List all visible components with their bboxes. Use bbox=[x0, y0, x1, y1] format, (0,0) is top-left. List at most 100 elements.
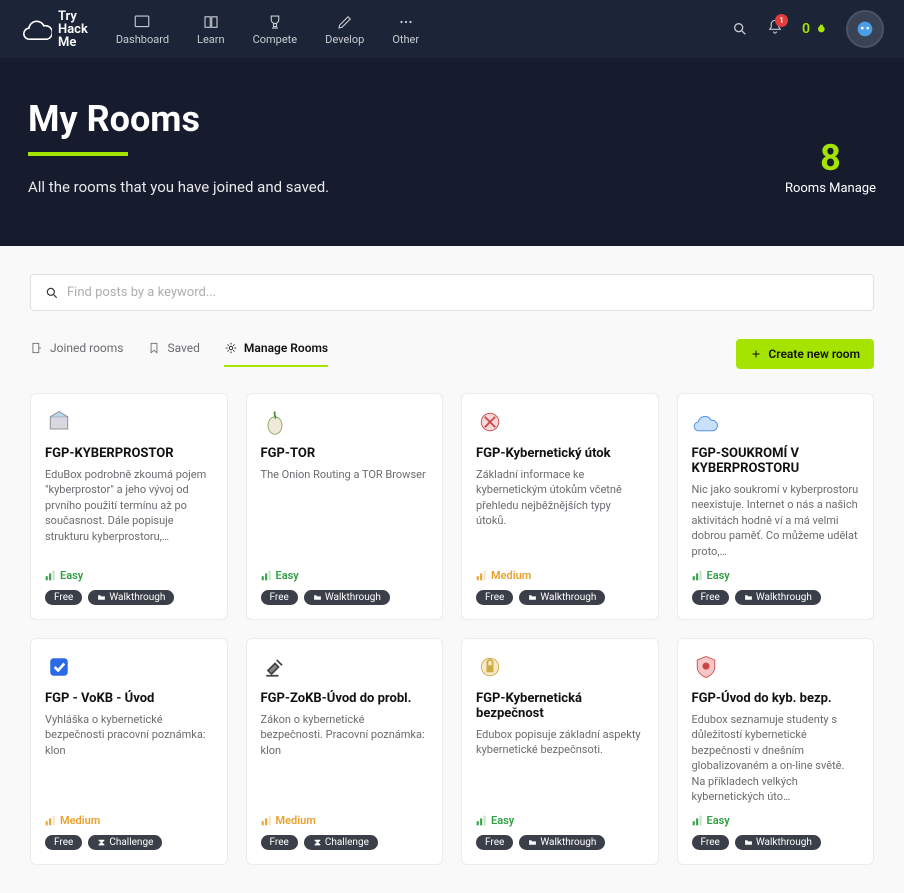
room-badges: FreeWalkthrough bbox=[261, 590, 429, 605]
create-room-button[interactable]: Create new room bbox=[736, 339, 874, 369]
room-title: FGP-Kybernetický útok bbox=[476, 446, 644, 461]
badge-walkthrough: Walkthrough bbox=[519, 590, 605, 605]
gear-icon bbox=[224, 341, 238, 355]
trophy-icon bbox=[266, 13, 284, 31]
tabs: Joined rooms Saved Manage Rooms bbox=[30, 341, 328, 367]
dashboard-icon bbox=[133, 13, 151, 31]
room-badges: FreeWalkthrough bbox=[476, 835, 644, 850]
room-icon bbox=[261, 408, 289, 436]
search-icon[interactable] bbox=[732, 21, 748, 37]
rooms-grid: FGP-KYBERPROSTOR EduBox podrobně zkoumá … bbox=[30, 393, 874, 865]
tab-label: Joined rooms bbox=[50, 341, 123, 355]
nav-dashboard[interactable]: Dashboard bbox=[116, 13, 169, 46]
room-card[interactable]: FGP-TOR The Onion Routing a TOR Browser … bbox=[246, 393, 444, 620]
tab-manage-rooms[interactable]: Manage Rooms bbox=[224, 341, 328, 367]
room-description: Základní informace ke kybernetickým útok… bbox=[476, 467, 644, 559]
hero-left: My Rooms All the rooms that you have joi… bbox=[28, 98, 329, 196]
logo-cloud-icon bbox=[20, 18, 52, 40]
nav-label: Compete bbox=[253, 33, 298, 46]
room-badges: FreeWalkthrough bbox=[692, 590, 860, 605]
search-icon bbox=[45, 286, 59, 300]
room-title: FGP-Kybernetická bezpečnost bbox=[476, 691, 644, 721]
room-title: FGP - VoKB - Úvod bbox=[45, 691, 213, 706]
room-title: FGP-Úvod do kyb. bezp. bbox=[692, 691, 860, 706]
badge-free: Free bbox=[45, 835, 82, 850]
room-badges: Free Walkthrough bbox=[476, 590, 644, 605]
nav-compete[interactable]: Compete bbox=[253, 13, 298, 46]
logo-line2: Hack bbox=[58, 23, 88, 36]
room-description: Nic jako soukromí v kyberprostoru neexis… bbox=[692, 482, 860, 559]
room-difficulty: Medium bbox=[261, 814, 429, 827]
room-card[interactable]: FGP - VoKB - Úvod Vyhláška o kybernetick… bbox=[30, 638, 228, 865]
tab-label: Saved bbox=[167, 341, 199, 355]
title-underline bbox=[28, 152, 128, 156]
room-icon bbox=[692, 653, 720, 681]
avatar-robot-icon bbox=[854, 18, 876, 40]
search-bar[interactable] bbox=[30, 274, 874, 311]
badge-challenge: Challenge bbox=[304, 835, 378, 850]
nav-label: Other bbox=[392, 33, 419, 46]
tab-joined-rooms[interactable]: Joined rooms bbox=[30, 341, 123, 367]
badge-free: Free bbox=[45, 590, 82, 605]
nav-learn[interactable]: Learn bbox=[197, 13, 225, 46]
room-difficulty: Medium bbox=[45, 814, 213, 827]
room-badges: FreeWalkthrough bbox=[45, 590, 213, 605]
room-card[interactable]: FGP-Úvod do kyb. bezp. Edubox seznamuje … bbox=[677, 638, 875, 865]
navbar-left: Try Hack Me Dashboard Learn Compete Deve… bbox=[20, 10, 419, 49]
room-difficulty: Easy bbox=[261, 569, 429, 582]
room-description: Edubox popisuje základní aspekty kyberne… bbox=[476, 727, 644, 804]
logo[interactable]: Try Hack Me bbox=[20, 10, 88, 49]
door-icon bbox=[30, 341, 44, 355]
nav-other[interactable]: Other bbox=[392, 13, 419, 46]
badge-challenge: Challenge bbox=[88, 835, 162, 850]
room-card[interactable]: FGP-Kybernetický útok Základní informace… bbox=[461, 393, 659, 620]
room-badges: Free Challenge bbox=[45, 835, 213, 850]
room-icon bbox=[261, 653, 289, 681]
room-badges: Free Walkthrough bbox=[692, 835, 860, 850]
room-card[interactable]: FGP-ZoKB-Úvod do probl. Zákon o kybernet… bbox=[246, 638, 444, 865]
notif-count: 1 bbox=[775, 14, 788, 27]
room-description: Zákon o kybernetické bezpečnosti. Pracov… bbox=[261, 712, 429, 804]
nav-label: Dashboard bbox=[116, 33, 169, 46]
logo-line1: Try bbox=[58, 10, 88, 23]
nav-label: Develop bbox=[325, 33, 364, 46]
room-difficulty: Easy bbox=[692, 569, 860, 582]
logo-line3: Me bbox=[58, 36, 88, 49]
badge-free: Free bbox=[692, 835, 729, 850]
streak-value: 0 bbox=[802, 21, 810, 37]
content-area: Joined rooms Saved Manage Rooms Create n… bbox=[0, 246, 904, 893]
hero-right: 8 Rooms Manage bbox=[785, 137, 876, 196]
page-title: My Rooms bbox=[28, 98, 329, 140]
bookmark-icon bbox=[147, 341, 161, 355]
plus-icon bbox=[750, 348, 762, 360]
badge-walkthrough: Walkthrough bbox=[304, 590, 390, 605]
nav-label: Learn bbox=[197, 33, 225, 46]
room-card[interactable]: FGP-SOUKROMÍ V KYBERPROSTORU Nic jako so… bbox=[677, 393, 875, 620]
room-difficulty: Easy bbox=[476, 814, 644, 827]
badge-free: Free bbox=[476, 590, 513, 605]
fire-icon bbox=[812, 21, 828, 37]
hero-section: My Rooms All the rooms that you have joi… bbox=[0, 58, 904, 246]
room-card[interactable]: FGP-KYBERPROSTOR EduBox podrobně zkoumá … bbox=[30, 393, 228, 620]
tabs-row: Joined rooms Saved Manage Rooms Create n… bbox=[30, 339, 874, 369]
book-icon bbox=[202, 13, 220, 31]
search-input[interactable] bbox=[67, 285, 859, 300]
room-icon bbox=[45, 408, 73, 436]
room-title: FGP-KYBERPROSTOR bbox=[45, 446, 213, 461]
room-title: FGP-TOR bbox=[261, 446, 429, 461]
tab-label: Manage Rooms bbox=[244, 341, 328, 355]
avatar[interactable] bbox=[846, 10, 884, 48]
notifications-button[interactable]: 1 bbox=[766, 18, 784, 40]
badge-walkthrough: Walkthrough bbox=[735, 835, 821, 850]
navbar-right: 1 0 bbox=[732, 10, 884, 48]
room-description: Edubox seznamuje studenty s důležitostí … bbox=[692, 712, 860, 804]
room-difficulty: Easy bbox=[692, 814, 860, 827]
room-card[interactable]: FGP-Kybernetická bezpečnost Edubox popis… bbox=[461, 638, 659, 865]
streak-counter[interactable]: 0 bbox=[802, 21, 828, 37]
room-icon bbox=[45, 653, 73, 681]
tab-saved[interactable]: Saved bbox=[147, 341, 199, 367]
badge-free: Free bbox=[476, 835, 513, 850]
create-btn-label: Create new room bbox=[768, 347, 860, 361]
badge-free: Free bbox=[261, 835, 298, 850]
nav-develop[interactable]: Develop bbox=[325, 13, 364, 46]
